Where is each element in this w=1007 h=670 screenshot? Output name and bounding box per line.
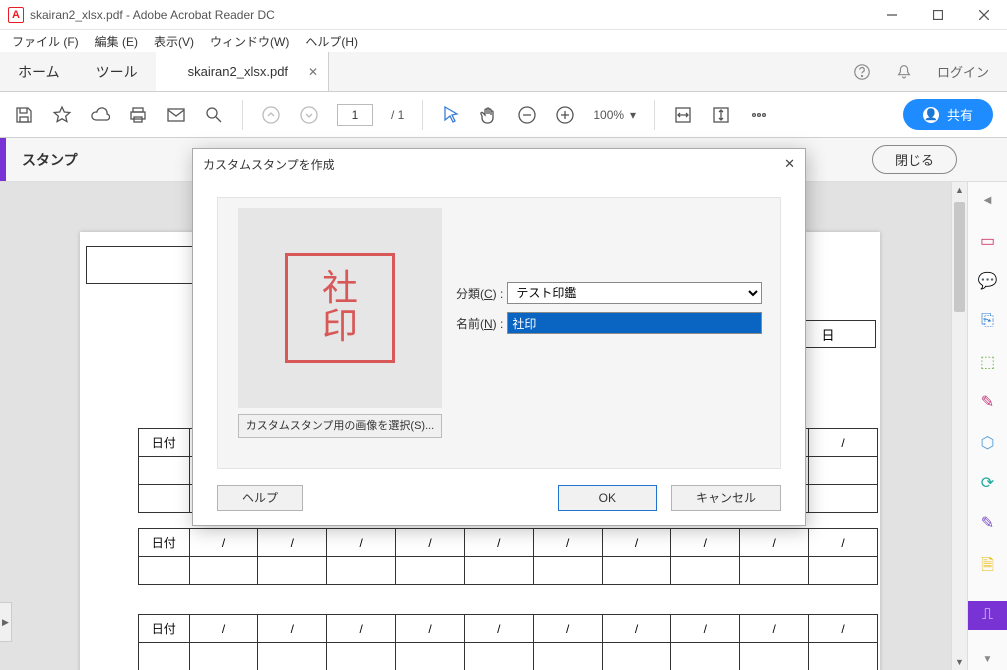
- page-up-icon[interactable]: [261, 105, 281, 125]
- dialog-buttons: ヘルプ OK キャンセル: [217, 485, 781, 511]
- menu-view[interactable]: 表示(V): [146, 33, 202, 50]
- mail-icon[interactable]: [166, 105, 186, 125]
- stamp-indicator: [0, 138, 6, 181]
- stamp-toolbar-title: スタンプ: [22, 150, 78, 170]
- rail-create-pdf-icon[interactable]: ▭: [974, 230, 1002, 250]
- tab-row: ホーム ツール skairan2_xlsx.pdf ✕ ログイン: [0, 52, 1007, 92]
- dialog-body: 社 印 カスタムスタンプ用の画像を選択(S)... 分類(C) : テスト印鑑 …: [217, 197, 781, 469]
- tab-home[interactable]: ホーム: [0, 52, 78, 91]
- dialog-close-icon[interactable]: ✕: [784, 156, 795, 172]
- category-label: 分類(C) :: [456, 285, 503, 302]
- rail-comment-icon[interactable]: 💬: [974, 271, 1002, 291]
- rail-more-icon[interactable]: ▼: [974, 650, 1002, 670]
- print-icon[interactable]: [128, 105, 148, 125]
- app-icon: A: [8, 7, 24, 23]
- select-stamp-image-button[interactable]: カスタムスタンプ用の画像を選択(S)...: [238, 414, 442, 438]
- share-button-label: 共有: [947, 105, 973, 124]
- help-icon[interactable]: [853, 63, 871, 81]
- table-row: [139, 643, 878, 670]
- menubar: ファイル (F) 編集 (E) 表示(V) ウィンドウ(W) ヘルプ(H): [0, 30, 1007, 52]
- right-tools-rail: ◀ ▭ 💬 ⎘ ⬚ ✎ ⬡ ⟳ ✎ 🗎 ⎍ ▼: [967, 182, 1007, 670]
- toolbar: / 1 100%▾ 👤 共有: [0, 92, 1007, 138]
- tab-document-label: skairan2_xlsx.pdf: [188, 64, 288, 79]
- share-button[interactable]: 👤 共有: [903, 99, 993, 130]
- cancel-button[interactable]: キャンセル: [671, 485, 781, 511]
- category-field: 分類(C) : テスト印鑑: [456, 282, 762, 304]
- ok-button[interactable]: OK: [558, 485, 657, 511]
- fit-page-icon[interactable]: [711, 105, 731, 125]
- name-input[interactable]: [507, 312, 762, 334]
- vertical-scrollbar[interactable]: ▲ ▼: [951, 182, 967, 670]
- search-icon[interactable]: [204, 105, 224, 125]
- left-panel-expander[interactable]: ▶: [0, 602, 12, 642]
- scroll-up-icon[interactable]: ▲: [952, 182, 967, 198]
- doc-table-3: 日付//////////: [138, 614, 878, 670]
- rail-fill-sign-icon[interactable]: ✎: [974, 513, 1002, 533]
- page-down-icon[interactable]: [299, 105, 319, 125]
- menu-help[interactable]: ヘルプ(H): [297, 33, 366, 50]
- stamp-preview: 社 印: [238, 208, 442, 408]
- page-total-label: / 1: [391, 108, 404, 122]
- rail-stamp-icon[interactable]: ⎍: [968, 601, 1007, 630]
- rail-organize-icon[interactable]: ⟳: [974, 473, 1002, 493]
- name-label: 名前(N) :: [456, 315, 503, 332]
- tab-close-icon[interactable]: ✕: [308, 65, 318, 79]
- hand-icon[interactable]: [479, 105, 499, 125]
- save-icon[interactable]: [14, 105, 34, 125]
- fit-width-icon[interactable]: [673, 105, 693, 125]
- chevron-down-icon: ▾: [630, 108, 636, 122]
- menu-edit[interactable]: 編集 (E): [87, 33, 146, 50]
- tab-tools[interactable]: ツール: [78, 52, 156, 91]
- star-icon[interactable]: [52, 105, 72, 125]
- rail-sign-pen-icon[interactable]: ✎: [974, 392, 1002, 412]
- cloud-icon[interactable]: [90, 105, 110, 125]
- titlebar: A skairan2_xlsx.pdf - Adobe Acrobat Read…: [0, 0, 1007, 30]
- dialog-title: カスタムスタンプを作成: [203, 156, 335, 173]
- table-row: 日付//////////: [139, 529, 878, 557]
- zoom-select[interactable]: 100%▾: [593, 108, 636, 122]
- doc-table-2: 日付//////////: [138, 528, 878, 585]
- page-number-input[interactable]: [337, 104, 373, 126]
- share-person-icon: 👤: [923, 107, 939, 123]
- rail-export-icon[interactable]: ⎘: [974, 311, 1002, 331]
- rail-protect-icon[interactable]: ⬡: [974, 432, 1002, 452]
- pointer-icon[interactable]: [441, 105, 461, 125]
- category-select[interactable]: テスト印鑑: [507, 282, 762, 304]
- more-icon[interactable]: [749, 105, 769, 125]
- table-row: 日付//////////: [139, 615, 878, 643]
- help-button[interactable]: ヘルプ: [217, 485, 303, 511]
- zoom-out-icon[interactable]: [517, 105, 537, 125]
- zoom-in-icon[interactable]: [555, 105, 575, 125]
- menu-window[interactable]: ウィンドウ(W): [202, 33, 297, 50]
- rail-optimize-icon[interactable]: 🗎: [974, 554, 1002, 581]
- window-title: skairan2_xlsx.pdf - Adobe Acrobat Reader…: [30, 8, 275, 22]
- name-field: 名前(N) :: [456, 312, 762, 334]
- minimize-button[interactable]: [869, 0, 915, 30]
- close-window-button[interactable]: [961, 0, 1007, 30]
- table-row: [139, 557, 878, 585]
- rail-edit-icon[interactable]: ⬚: [974, 352, 1002, 372]
- bell-icon[interactable]: [895, 63, 913, 81]
- scroll-down-icon[interactable]: ▼: [952, 654, 967, 670]
- dialog-titlebar: カスタムスタンプを作成 ✕: [193, 149, 805, 179]
- scrollbar-thumb[interactable]: [954, 202, 965, 312]
- menu-file[interactable]: ファイル (F): [4, 33, 87, 50]
- stamp-image: 社 印: [285, 253, 395, 363]
- login-button[interactable]: ログイン: [937, 62, 989, 81]
- create-custom-stamp-dialog: カスタムスタンプを作成 ✕ 社 印 カスタムスタンプ用の画像を選択(S)... …: [192, 148, 806, 526]
- stamp-close-button[interactable]: 閉じる: [872, 145, 957, 174]
- tab-document[interactable]: skairan2_xlsx.pdf ✕: [156, 52, 329, 91]
- rail-collapse-icon[interactable]: ◀: [974, 190, 1002, 210]
- maximize-button[interactable]: [915, 0, 961, 30]
